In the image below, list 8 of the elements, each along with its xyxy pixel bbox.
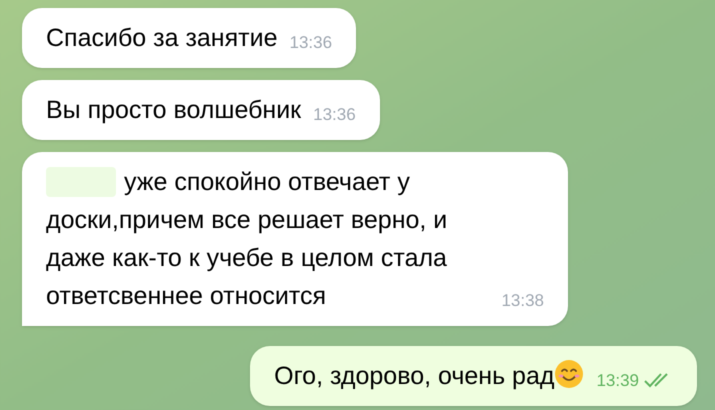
message-time: 13:39 [596, 370, 639, 392]
message-text: Ого, здорово, очень рад [274, 362, 554, 390]
message-text: Вы просто волшебник [46, 96, 302, 124]
message-time: 13:38 [501, 290, 544, 312]
message-text: уже спокойно отвечает у доски,причем все решает верно, и даже как-то к учебе в целом стала ответсвеннее относится [46, 167, 448, 312]
message-time: 13:36 [289, 32, 332, 54]
message-time: 13:36 [313, 104, 356, 126]
message-text: Спасибо за занятие [46, 24, 278, 52]
